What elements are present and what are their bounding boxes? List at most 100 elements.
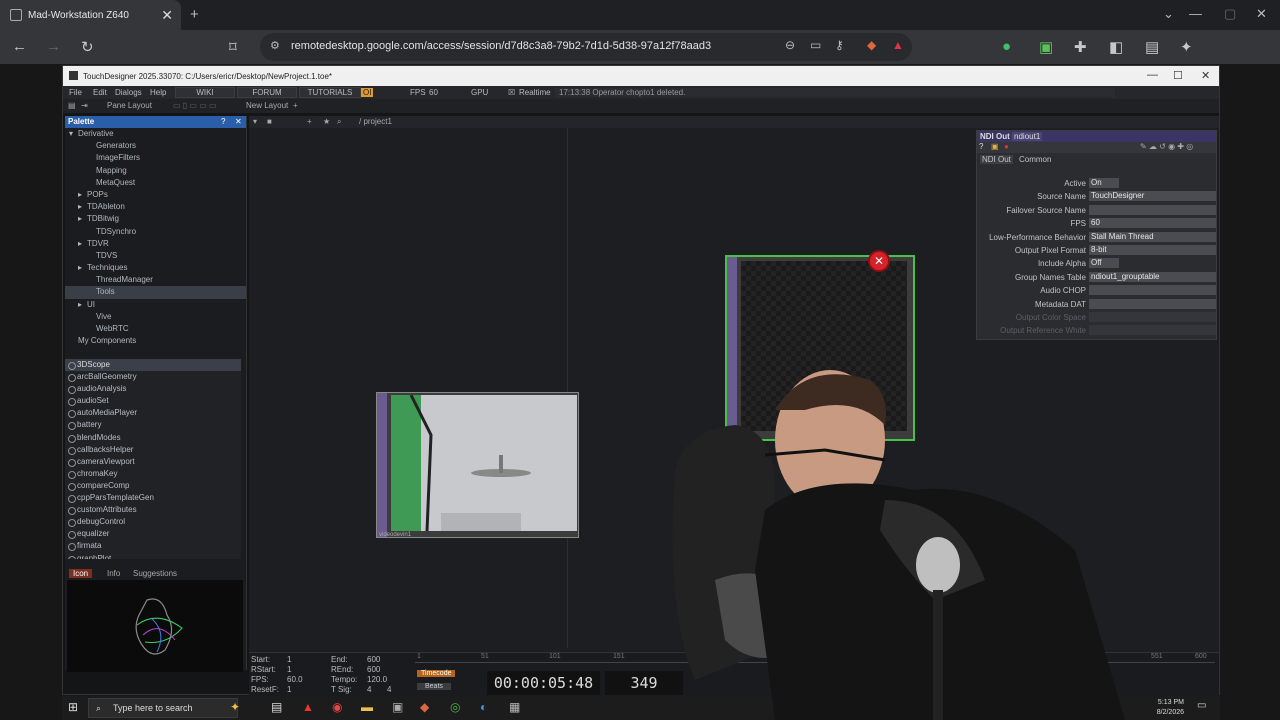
component-list-item[interactable]: equalizer (65, 528, 241, 540)
tab-suggestions[interactable]: Suggestions (133, 569, 177, 578)
realtime-checkbox[interactable]: ☒ (508, 88, 515, 97)
param-value-field[interactable]: TouchDesigner (1089, 191, 1216, 202)
pane-icon[interactable]: ▤ (68, 101, 76, 110)
taskbar-search[interactable]: ⌕ Type here to search (88, 698, 238, 718)
palette-tree-item[interactable]: ▸ Techniques (65, 262, 246, 274)
tree-expand-icon[interactable]: ▸ (78, 201, 87, 213)
param-value-field[interactable] (1089, 285, 1216, 296)
param-tool-icons[interactable]: ✎ ☁ ↺ ◉ ✚ ◎ (1140, 142, 1193, 151)
param-value-field[interactable]: 8-bit (1089, 245, 1216, 255)
taskbar-app-power-icon[interactable]: ◉ (332, 700, 342, 714)
component-list-item[interactable]: callbacksHelper (65, 444, 241, 456)
brave-shield-icon[interactable]: ◆ (867, 38, 876, 52)
component-list-item[interactable]: autoMediaPlayer (65, 407, 241, 419)
tree-expand-icon[interactable]: ▸ (78, 299, 87, 311)
palette-close-icon[interactable]: ✕ (235, 116, 242, 128)
timecode-display[interactable]: 00:00:05:48 (487, 671, 600, 695)
component-list-item[interactable]: cppParsTemplateGen (65, 492, 241, 504)
windows-start-icon[interactable]: ⊞ (68, 700, 78, 714)
menu-file[interactable]: File (69, 88, 82, 97)
pane-split-icon[interactable]: ⇥ (81, 101, 88, 110)
td-maximize-button[interactable]: ☐ (1173, 69, 1183, 82)
wallet-icon[interactable]: ▤ (1145, 38, 1159, 56)
palette-tree-item[interactable]: ▸ TDBitwig (65, 213, 246, 225)
oi-badge[interactable]: OI (361, 88, 374, 97)
palette-tree-item[interactable]: WebRTC (65, 323, 246, 335)
tsig-a[interactable]: 4 (367, 685, 371, 694)
td-close-button[interactable]: ✕ (1201, 69, 1210, 82)
tempo-value[interactable]: 120.0 (367, 675, 387, 684)
menu-edit[interactable]: Edit (93, 88, 107, 97)
tree-expand-icon[interactable]: ▸ (78, 238, 87, 250)
copilot-icon[interactable]: ✦ (230, 700, 240, 714)
edge-taskbar-icon[interactable]: ◐ (480, 700, 487, 714)
component-list-item[interactable]: compareComp (65, 480, 241, 492)
palette-tree-item[interactable]: Generators (65, 140, 246, 152)
fps-rate-value[interactable]: 60.0 (287, 675, 303, 684)
extension-grid-icon[interactable]: ▣ (1039, 38, 1053, 56)
zoom-icon[interactable]: ⊖ (785, 38, 795, 52)
forum-button[interactable]: FORUM (237, 87, 297, 98)
palette-tree-item[interactable]: ▾ Derivative (65, 128, 246, 140)
param-value-field[interactable]: ndiout1_grouptable (1089, 271, 1216, 282)
videodevin-node[interactable]: videodevin1 (376, 392, 579, 538)
error-flag-icon[interactable]: ✕ (868, 250, 890, 272)
param-value-field[interactable] (1089, 312, 1216, 322)
start-value[interactable]: 1 (287, 655, 291, 664)
wiki-button[interactable]: WIKI (175, 87, 235, 98)
page-tab-ndi-out[interactable]: NDI Out (980, 155, 1013, 164)
palette-tree-item[interactable]: ▸ POPs (65, 189, 246, 201)
add-layout-button[interactable]: + (293, 101, 298, 110)
forward-icon[interactable]: → (46, 38, 61, 55)
end-value[interactable]: 600 (367, 655, 380, 664)
tab-info[interactable]: Info (107, 569, 120, 578)
component-list-item[interactable]: debugControl (65, 516, 241, 528)
component-list-item[interactable]: arcBallGeometry (65, 371, 241, 383)
pane-layout-label[interactable]: Pane Layout (107, 101, 152, 110)
tab-search-icon[interactable]: ⌄ (1163, 6, 1174, 22)
param-error-icon[interactable]: ● (1004, 142, 1009, 151)
address-bar[interactable]: ⚙ remotedesktop.google.com/access/sessio… (260, 33, 912, 61)
resetf-value[interactable]: 1 (287, 685, 291, 694)
rewards-icon[interactable]: ▲ (892, 38, 904, 52)
taskbar-app-red-icon[interactable]: ▲ (302, 700, 314, 714)
component-list-item[interactable]: blendModes (65, 432, 241, 444)
touchdesigner-taskbar-icon[interactable]: ▦ (509, 700, 520, 714)
tree-expand-icon[interactable]: ▸ (78, 189, 87, 201)
tree-expand-icon[interactable]: ▸ (78, 262, 87, 274)
palette-tree-item[interactable]: ▸ TDVR (65, 238, 246, 250)
tsig-b[interactable]: 4 (387, 685, 391, 694)
rend-value[interactable]: 600 (367, 665, 380, 674)
component-list-item[interactable]: cameraViewport (65, 456, 241, 468)
window-close-button[interactable]: ✕ (1256, 6, 1267, 22)
component-list-item[interactable]: 3DScope (65, 359, 241, 372)
palette-tree-item[interactable]: MetaQuest (65, 177, 246, 189)
reload-icon[interactable]: ↻ (81, 38, 94, 56)
key-icon[interactable]: ⚷ (835, 38, 844, 52)
bookmark-icon[interactable]: ⌑ (229, 38, 237, 56)
component-list-item[interactable]: firmata (65, 540, 241, 552)
param-op-name[interactable]: ndiout1 (1012, 132, 1043, 141)
leo-ai-icon[interactable]: ✦ (1180, 38, 1193, 56)
back-icon[interactable]: ← (12, 38, 27, 55)
palette-tree-item[interactable]: ▸ UI (65, 299, 246, 311)
site-info-icon[interactable]: ⚙ (270, 39, 280, 52)
palette-tree-item[interactable]: ImageFilters (65, 152, 246, 164)
taskbar-app-gray-icon[interactable]: ▣ (392, 700, 403, 714)
network-path[interactable]: / project1 (359, 117, 392, 126)
tree-expand-icon[interactable]: ▸ (78, 213, 87, 225)
palette-tree-item[interactable]: ThreadManager (65, 274, 246, 286)
network-star-icon[interactable]: ★ (323, 117, 330, 126)
beats-toggle[interactable]: Beats (417, 683, 451, 690)
tree-expand-icon[interactable]: ▾ (69, 128, 78, 140)
palette-tree-item[interactable]: Vive (65, 311, 246, 323)
chrome-taskbar-icon[interactable]: ◎ (450, 700, 460, 714)
palette-tree-item[interactable]: Tools (65, 286, 246, 299)
param-value-field[interactable] (1089, 325, 1216, 336)
sidebar-icon[interactable]: ◧ (1109, 38, 1123, 56)
palette-tree-item[interactable]: ▸ TDAbleton (65, 201, 246, 213)
timecode-toggle[interactable]: Timecode (417, 670, 456, 677)
palette-help-icon[interactable]: ? (221, 116, 225, 128)
rstart-value[interactable]: 1 (287, 665, 291, 674)
cast-icon[interactable]: ▭ (810, 38, 821, 52)
